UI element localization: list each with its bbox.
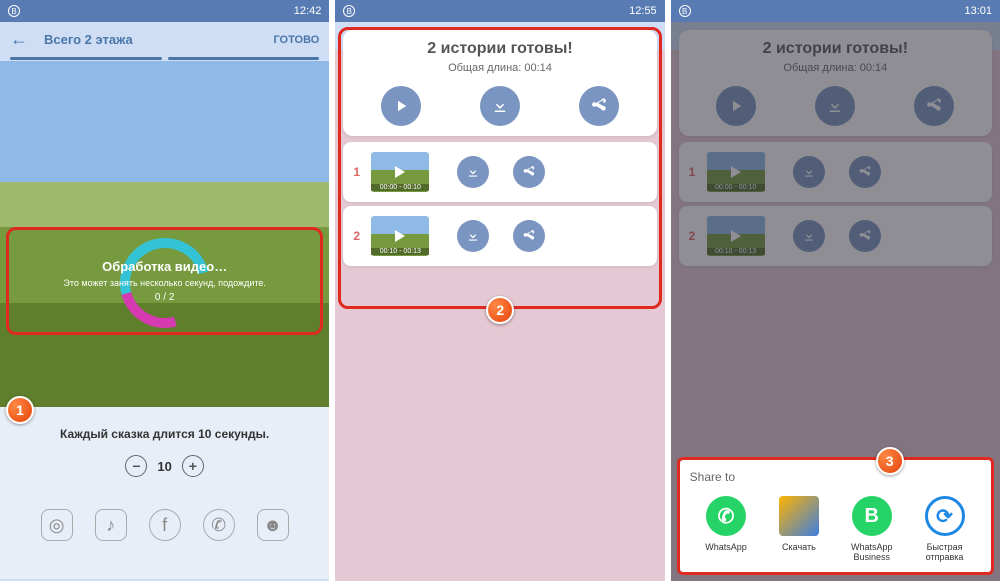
story-row-2: 2 00:10 - 00:13: [343, 206, 656, 266]
overlay-subtitle: Это может занять несколько секунд, подож…: [63, 278, 265, 288]
annotation-marker-3: 3: [876, 447, 904, 475]
header: ← Всего 2 этажа ГОТОВО: [0, 22, 329, 57]
status-bar: B 12:55: [335, 0, 664, 22]
row-download-button[interactable]: [457, 156, 489, 188]
plus-button[interactable]: +: [182, 455, 204, 477]
status-icon: B: [343, 5, 355, 17]
video-preview: Обработка видео… Это может занять нескол…: [0, 61, 329, 407]
clock: 12:55: [629, 5, 657, 17]
card-subtitle: Общая длина: 00:14: [351, 62, 648, 74]
thumbnail[interactable]: 00:10 - 00:13: [371, 216, 429, 256]
snapchat-icon[interactable]: ☻: [257, 509, 289, 541]
tiktok-icon[interactable]: ♪: [95, 509, 127, 541]
main-actions: [351, 86, 648, 126]
phone-2: B 12:55 2 истории готовы! Общая длина: 0…: [335, 0, 664, 581]
share-button[interactable]: [579, 86, 619, 126]
row-number: 2: [353, 229, 367, 243]
clock: 12:42: [294, 5, 322, 17]
share-quick-send[interactable]: ⟳Быстрая отправка: [910, 496, 980, 562]
result-card: 2 истории готовы! Общая длина: 00:14: [343, 30, 656, 136]
card-title: 2 истории готовы!: [351, 40, 648, 58]
row-download-button[interactable]: [457, 220, 489, 252]
overlay-count: 0 / 2: [155, 292, 174, 303]
duration-value: 10: [157, 459, 171, 474]
share-whatsapp[interactable]: ✆WhatsApp: [691, 496, 761, 562]
minus-button[interactable]: −: [125, 455, 147, 477]
row-number: 1: [353, 165, 367, 179]
status-bar: B 12:42: [0, 0, 329, 22]
share-apps: ✆WhatsApp Скачать BWhatsApp Business ⟳Бы…: [690, 496, 981, 562]
status-icon: B: [8, 5, 20, 17]
share-title: Share to: [690, 470, 981, 484]
processing-overlay: Обработка видео… Это может занять нескол…: [6, 227, 323, 335]
footer: Каждый сказка длится 10 секунды. − 10 + …: [0, 407, 329, 579]
download-button[interactable]: [480, 86, 520, 126]
duration-stepper: − 10 +: [125, 455, 203, 477]
annotation-marker-1: 1: [6, 396, 34, 424]
share-sheet: Share to ✆WhatsApp Скачать BWhatsApp Bus…: [677, 457, 994, 575]
row-share-button[interactable]: [513, 220, 545, 252]
share-whatsapp-business[interactable]: BWhatsApp Business: [837, 496, 907, 562]
share-download[interactable]: Скачать: [764, 496, 834, 562]
phone-1: B 12:42 ← Всего 2 этажа ГОТОВО Обработка…: [0, 0, 329, 581]
status-bar: B 13:01: [671, 0, 1000, 22]
done-button[interactable]: ГОТОВО: [273, 34, 319, 46]
facebook-icon[interactable]: f: [149, 509, 181, 541]
instagram-icon[interactable]: ◎: [41, 509, 73, 541]
page-title: Всего 2 этажа: [44, 32, 133, 47]
whatsapp-icon[interactable]: ✆: [203, 509, 235, 541]
play-button[interactable]: [381, 86, 421, 126]
back-icon[interactable]: ←: [10, 29, 28, 50]
annotation-marker-2: 2: [486, 296, 514, 324]
footer-text: Каждый сказка длится 10 секунды.: [60, 427, 269, 441]
row-share-button[interactable]: [513, 156, 545, 188]
social-row: ◎ ♪ f ✆ ☻: [41, 509, 289, 541]
status-icon: B: [679, 5, 691, 17]
clock: 13:01: [964, 5, 992, 17]
thumbnail[interactable]: 00:00 - 00:10: [371, 152, 429, 192]
phone-3: B 13:01 2 истории готовы! Общая длина: 0…: [671, 0, 1000, 581]
story-row-1: 1 00:00 - 00:10: [343, 142, 656, 202]
overlay-title: Обработка видео…: [102, 259, 227, 274]
